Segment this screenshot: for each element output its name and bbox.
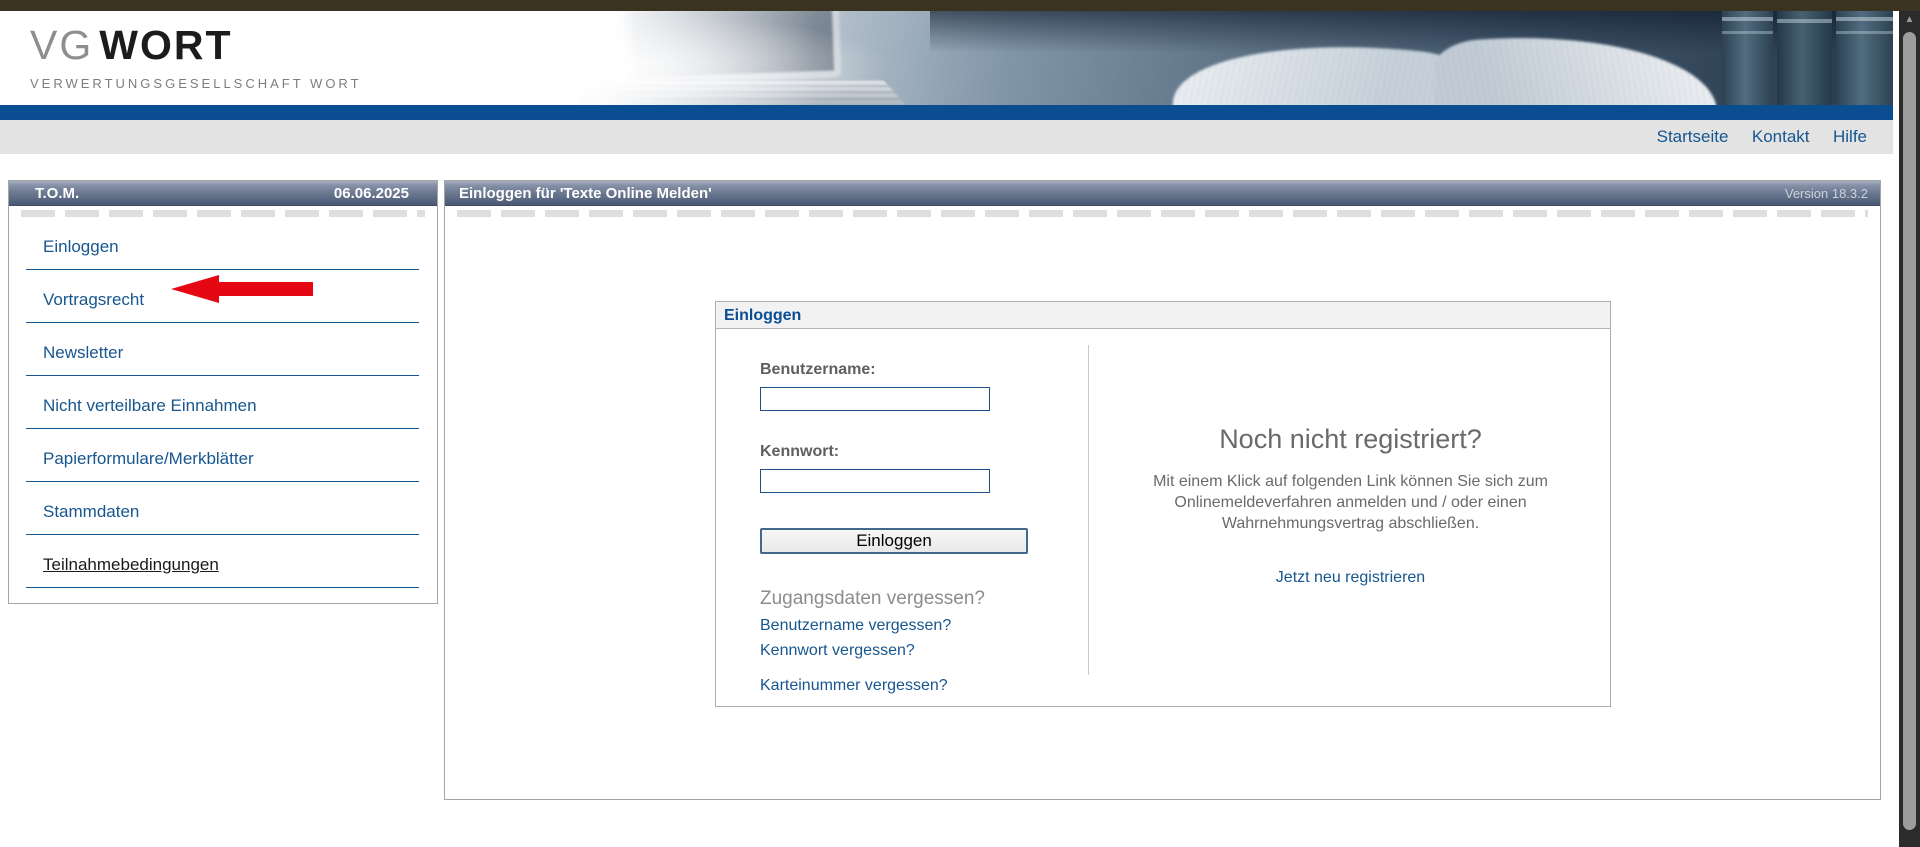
forgot-password-link[interactable]: Kennwort vergessen? [760, 642, 915, 660]
password-label: Kennwort: [760, 443, 840, 460]
main-panel: Einloggen für 'Texte Online Melden' Vers… [444, 180, 1881, 800]
sidebar-title: T.O.M. [35, 184, 80, 202]
header-banner: VG WORT VERWERTUNGSGESELLSCHAFT WORT [0, 11, 1893, 105]
sidebar-date: 06.06.2025 [333, 184, 409, 202]
login-box: Einloggen Benutzername: Kennwort: Einlog… [715, 301, 1611, 707]
forgot-credentials-heading: Zugangsdaten vergessen? [760, 588, 985, 609]
logo-vg-text: VG [30, 22, 94, 68]
login-box-title: Einloggen [716, 302, 1610, 329]
password-input[interactable] [760, 469, 990, 493]
username-label: Benutzername: [760, 361, 876, 378]
banner-photo-fade [555, 11, 1893, 105]
sidebar-item-stammdaten[interactable]: Stammdaten [26, 482, 419, 535]
registration-panel: Noch nicht registriert? Mit einem Klick … [1089, 329, 1612, 587]
top-nav-link-startseite[interactable]: Startseite [1657, 127, 1729, 146]
sidebar-panel: T.O.M. 06.06.2025 Einloggen Vortragsrech… [8, 180, 438, 604]
logo-wordmark: VG WORT [30, 23, 362, 67]
vgwort-logo: VG WORT VERWERTUNGSGESELLSCHAFT WORT [30, 23, 362, 91]
login-form: Benutzername: Kennwort: Einloggen Zugang… [760, 329, 1070, 695]
sidebar-item-newsletter[interactable]: Newsletter [26, 323, 419, 376]
scroll-up-icon[interactable]: ▲ [1899, 13, 1920, 27]
top-nav-link-hilfe[interactable]: Hilfe [1833, 127, 1867, 146]
scrollbar-thumb[interactable] [1903, 32, 1916, 830]
register-now-link[interactable]: Jetzt neu registrieren [1276, 569, 1425, 587]
login-button[interactable]: Einloggen [760, 528, 1028, 554]
sidebar-dashed-divider [21, 210, 425, 217]
attention-arrow-icon [171, 275, 313, 303]
sidebar-item-einloggen[interactable]: Einloggen [26, 217, 419, 270]
forgot-username-link[interactable]: Benutzername vergessen? [760, 617, 951, 635]
username-input[interactable] [760, 387, 990, 411]
main-header: Einloggen für 'Texte Online Melden' Vers… [445, 181, 1880, 206]
register-description: Mit einem Klick auf folgenden Link könne… [1153, 473, 1548, 532]
register-heading: Noch nicht registriert? [1219, 424, 1482, 454]
window-top-bar [0, 0, 1920, 11]
blue-divider-bar [0, 105, 1893, 120]
banner-photo [555, 11, 1893, 105]
sidebar-item-papierformulare-merkblaetter[interactable]: Papierformulare/Merkblätter [26, 429, 419, 482]
forgot-card-number-link[interactable]: Karteinummer vergessen? [760, 677, 948, 695]
sidebar-item-teilnahmebedingungen[interactable]: Teilnahmebedingungen [26, 535, 419, 588]
logo-subline: VERWERTUNGSGESELLSCHAFT WORT [30, 76, 362, 91]
top-nav: Startseite Kontakt Hilfe [0, 120, 1893, 154]
page-title: Einloggen für 'Texte Online Melden' [459, 184, 712, 202]
sidebar-menu: Einloggen Vortragsrecht Newsletter Nicht… [9, 217, 437, 588]
top-nav-link-kontakt[interactable]: Kontakt [1752, 127, 1810, 146]
vgwort-tom-page: VG WORT VERWERTUNGSGESELLSCHAFT WORT Star… [0, 0, 1920, 847]
version-label: Version 18.3.2 [1784, 185, 1868, 201]
scrollbar: ▲ [1899, 0, 1920, 847]
login-box-body: Benutzername: Kennwort: Einloggen Zugang… [716, 329, 1610, 707]
sidebar-item-nicht-verteilbare-einnahmen[interactable]: Nicht verteilbare Einnahmen [26, 376, 419, 429]
sidebar-header: T.O.M. 06.06.2025 [9, 181, 437, 206]
logo-wort-text: WORT [99, 22, 233, 68]
main-dashed-divider [457, 210, 1868, 217]
